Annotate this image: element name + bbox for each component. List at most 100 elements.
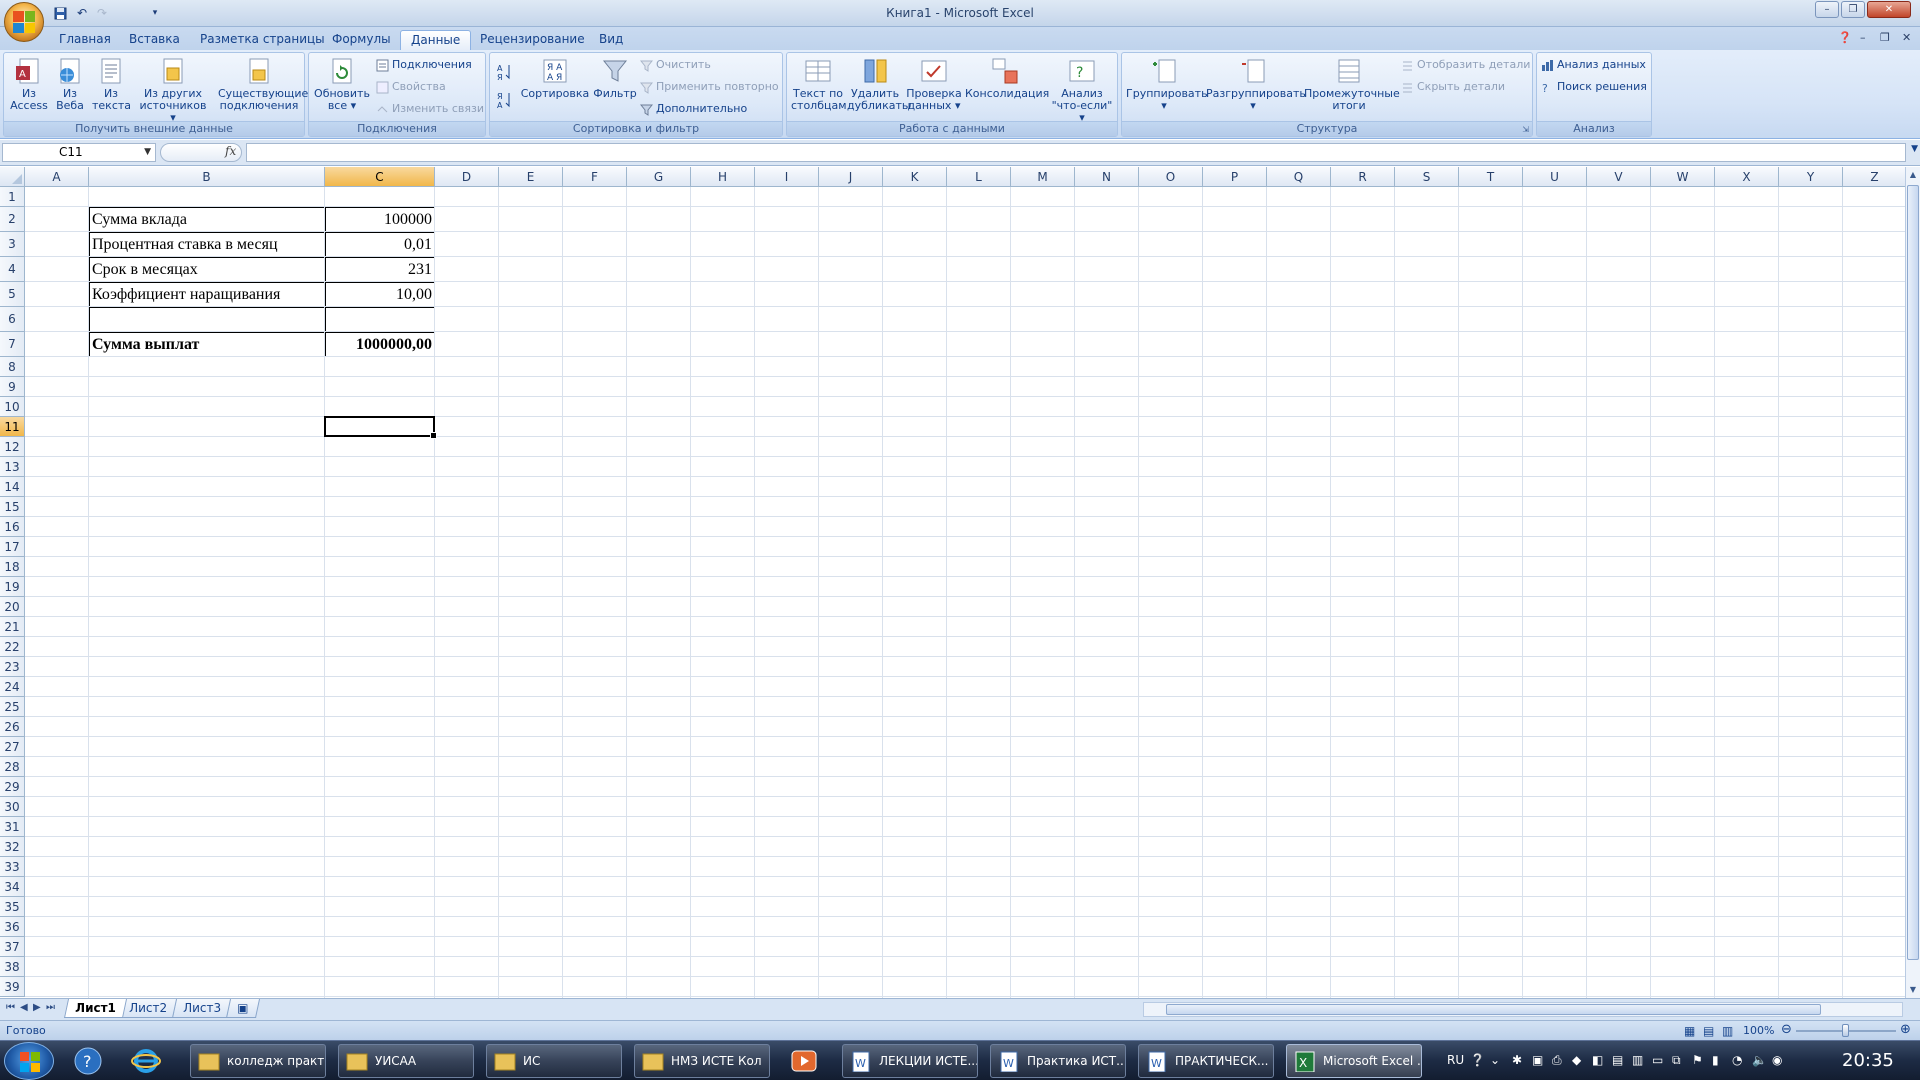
column-header-s[interactable]: S [1395,167,1459,187]
data-analysis-button[interactable]: Анализ данных [1541,56,1646,74]
tab-view[interactable]: Вид [589,30,633,50]
page-break-view-icon[interactable]: ▥ [1722,1024,1733,1038]
taskbar-item-excel[interactable]: X Microsoft Excel ... [1286,1044,1422,1078]
tray-printer-icon[interactable]: ⎙ [1552,1053,1562,1068]
vertical-scroll-thumb[interactable] [1907,185,1919,960]
row-header-36[interactable]: 36 [0,917,25,937]
vertical-scrollbar[interactable]: ▲ ▼ [1905,167,1920,998]
column-header-h[interactable]: H [691,167,755,187]
connections-button[interactable]: Подключения [376,56,472,74]
start-button[interactable] [4,1042,54,1080]
row-header-22[interactable]: 22 [0,637,25,657]
tray-wifi-icon[interactable]: ◔ [1732,1053,1742,1067]
clear-filter-button[interactable]: Очистить [639,56,711,74]
row-header-1[interactable]: 1 [0,187,25,207]
scroll-down-icon[interactable]: ▼ [1906,982,1920,998]
column-header-z[interactable]: Z [1843,167,1905,187]
close-button[interactable]: ✕ [1867,1,1911,18]
consolidate-button[interactable]: Консолидация [965,56,1049,100]
tray-security-icon[interactable]: ◧ [1592,1053,1603,1067]
ribbon-minimize-icon[interactable]: – [1860,31,1866,44]
zoom-level[interactable]: 100% [1743,1024,1774,1037]
column-header-d[interactable]: D [435,167,499,187]
cells-area[interactable]: Сумма вклада 100000 Процентная ставка в ме… [25,187,1905,998]
column-header-v[interactable]: V [1587,167,1651,187]
from-other-sources-button[interactable]: Из других источников ▾ [136,56,210,124]
taskbar-item-2[interactable]: УИСАА [338,1044,474,1078]
expand-formula-bar-icon[interactable]: ▼ [1911,144,1918,154]
cell-b4[interactable]: Срок в месяцах [89,257,325,282]
insert-function-icon[interactable]: fx [225,144,236,158]
row-header-24[interactable]: 24 [0,677,25,697]
clock[interactable]: 20:35 [1842,1050,1894,1071]
from-access-button[interactable]: A Из Access [8,56,50,112]
cell-b2[interactable]: Сумма вклада [89,207,325,232]
column-header-e[interactable]: E [499,167,563,187]
row-header-23[interactable]: 23 [0,657,25,677]
outline-dialog-launcher-icon[interactable]: ⇲ [1522,125,1529,134]
column-header-x[interactable]: X [1715,167,1779,187]
row-header-19[interactable]: 19 [0,577,25,597]
page-layout-view-icon[interactable]: ▤ [1703,1024,1714,1038]
row-header-35[interactable]: 35 [0,897,25,917]
row-header-8[interactable]: 8 [0,357,25,377]
column-header-i[interactable]: I [755,167,819,187]
subtotal-button[interactable]: Промежуточные итоги [1304,56,1400,112]
taskbar-item-7[interactable]: W ПРАКТИЧЕСК... [1138,1044,1274,1078]
row-header-30[interactable]: 30 [0,797,25,817]
cell-c4[interactable]: 231 [325,257,435,282]
tray-antivirus-icon[interactable]: ◆ [1572,1053,1581,1067]
row-header-20[interactable]: 20 [0,597,25,617]
taskbar-item-1[interactable]: колледж практ... [190,1044,326,1078]
tab-formulas[interactable]: Формулы [322,30,401,50]
row-header-2[interactable]: 2 [0,207,25,232]
column-header-k[interactable]: K [883,167,947,187]
tray-volume-icon[interactable]: 🔈 [1752,1053,1767,1067]
cell-b5[interactable]: Коэффициент наращивания [89,282,325,307]
column-header-n[interactable]: N [1075,167,1139,187]
cell-c7[interactable]: 1000000,00 [325,332,435,357]
row-header-26[interactable]: 26 [0,717,25,737]
column-header-l[interactable]: L [947,167,1011,187]
filter-button[interactable]: Фильтр [593,56,637,100]
what-if-analysis-button[interactable]: ? Анализ "что-если" ▾ [1049,56,1115,124]
taskbar-item-4[interactable]: НМЗ ИСТЕ Кол [634,1044,770,1078]
next-sheet-icon[interactable]: ▶ [33,1002,41,1013]
prev-sheet-icon[interactable]: ◀ [20,1002,28,1013]
zoom-in-icon[interactable]: ⊕ [1900,1022,1911,1037]
cell-c3[interactable]: 0,01 [325,232,435,257]
help-center-icon[interactable]: ? [70,1045,106,1077]
cell-b3[interactable]: Процентная ставка в месяц [89,232,325,257]
edit-links-button[interactable]: Изменить связи [376,100,484,118]
tab-page-layout[interactable]: Разметка страницы [190,30,335,50]
row-header-12[interactable]: 12 [0,437,25,457]
formula-input[interactable] [246,143,1906,162]
ribbon-restore-icon[interactable]: ❐ [1880,31,1890,44]
normal-view-icon[interactable]: ▦ [1684,1024,1695,1038]
scroll-up-icon[interactable]: ▲ [1906,167,1920,183]
tray-bluetooth-icon[interactable]: ✱ [1512,1053,1522,1067]
column-header-c[interactable]: C [325,167,435,187]
name-box-dropdown-icon[interactable]: ▼ [144,144,151,161]
show-detail-button[interactable]: Отобразить детали [1401,56,1530,74]
tray-device-icon[interactable]: ⧉ [1672,1053,1681,1068]
media-player-icon[interactable] [786,1045,822,1077]
data-validation-button[interactable]: Проверка данных ▾ [905,56,963,112]
cell-c2[interactable]: 100000 [325,207,435,232]
select-all-corner[interactable] [0,167,25,187]
row-header-21[interactable]: 21 [0,617,25,637]
zoom-out-icon[interactable]: ⊖ [1781,1022,1792,1037]
row-header-34[interactable]: 34 [0,877,25,897]
zoom-slider-thumb[interactable] [1842,1024,1849,1037]
name-box[interactable]: C11 ▼ [2,143,156,162]
cell-c5[interactable]: 10,00 [325,282,435,307]
row-header-4[interactable]: 4 [0,257,25,282]
remove-duplicates-button[interactable]: Удалить дубликаты [847,56,911,112]
from-web-button[interactable]: Из Веба [52,56,88,112]
tray-video-icon[interactable]: ▤ [1612,1053,1623,1067]
row-header-7[interactable]: 7 [0,332,25,357]
text-to-columns-button[interactable]: Текст по столбцам [791,56,847,112]
row-header-31[interactable]: 31 [0,817,25,837]
tab-data[interactable]: Данные [400,30,472,50]
column-header-m[interactable]: M [1011,167,1075,187]
